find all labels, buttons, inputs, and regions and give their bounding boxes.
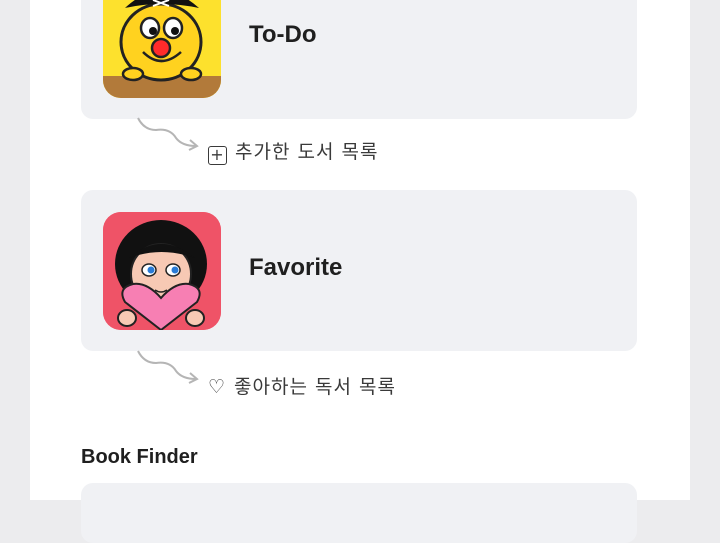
girl-heart-character-icon: [103, 212, 221, 330]
favorite-title: Favorite: [249, 254, 343, 281]
page-content: To-Do + 추가한 도서 목록 Favorite ♡ 좋아하는 독서 목록 …: [30, 0, 690, 543]
todo-title: To-Do: [249, 21, 317, 48]
todo-thumbnail: [103, 0, 221, 98]
book-finder-card[interactable]: [81, 483, 637, 543]
todo-caption-text: 추가한 도서 목록: [235, 141, 379, 163]
favorite-caption-text: 좋아하는 독서 목록: [234, 376, 396, 398]
curved-arrow-icon: [137, 350, 199, 384]
todo-caption: + 추가한 도서 목록: [208, 137, 378, 165]
pirate-character-icon: [103, 0, 221, 98]
favorite-thumbnail: [103, 212, 221, 330]
favorite-list-card[interactable]: Favorite: [81, 190, 637, 351]
heart-outline-icon: ♡: [208, 376, 227, 398]
todo-list-card[interactable]: To-Do: [81, 0, 637, 119]
favorite-caption: ♡ 좋아하는 독서 목록: [208, 372, 396, 399]
curved-arrow-icon: [137, 117, 199, 151]
plus-box-icon: +: [208, 146, 227, 165]
book-finder-title: Book Finder: [81, 446, 198, 468]
